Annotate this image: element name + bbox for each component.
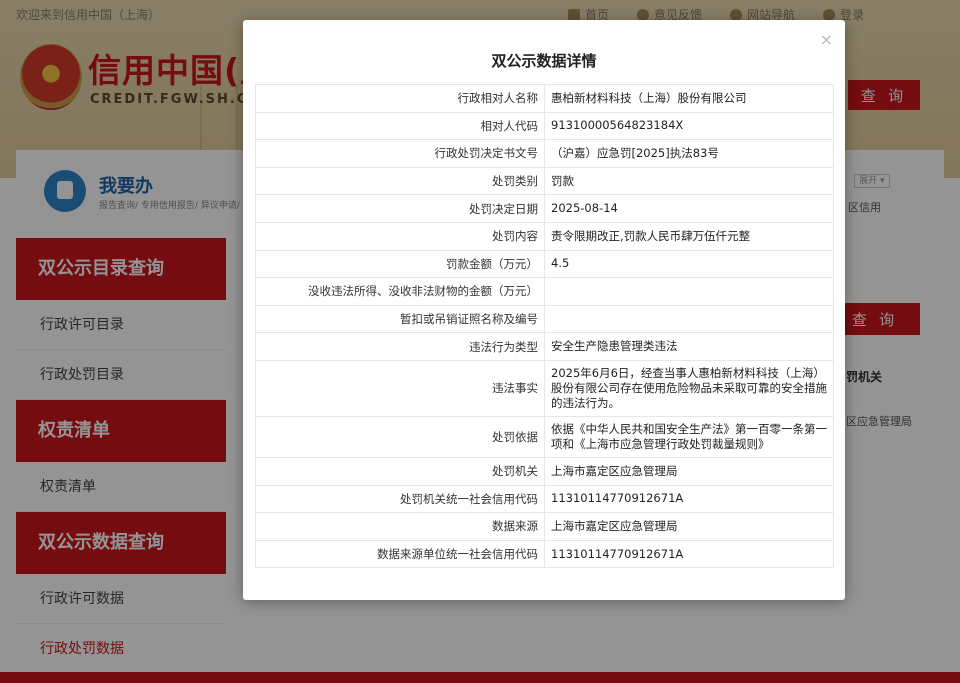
field-value: 2025年6月6日，经查当事人惠柏新材料科技（上海）股份有限公司存在使用危险物品… xyxy=(544,359,834,417)
detail-modal: 双公示数据详情 × 行政相对人名称 惠柏新材料科技（上海）股份有限公司 相对人代码 9… xyxy=(243,20,845,600)
field-label: 行政相对人名称 xyxy=(255,84,545,113)
field-value: 上海市嘉定区应急管理局 xyxy=(544,456,834,486)
modal-title: 双公示数据详情 xyxy=(491,52,597,70)
table-row: 相对人代码 91310000564823184X xyxy=(255,111,834,141)
field-value: 11310114770912671A xyxy=(544,484,834,514)
table-row: 违法事实 2025年6月6日，经查当事人惠柏新材料科技（上海）股份有限公司存在使用… xyxy=(255,359,834,417)
field-value: （沪嘉）应急罚[2025]执法83号 xyxy=(544,139,834,168)
close-icon[interactable]: × xyxy=(820,30,833,49)
field-label: 处罚内容 xyxy=(255,221,545,251)
field-value xyxy=(544,304,834,334)
field-value: 罚款 xyxy=(544,166,834,196)
field-value: 91310000564823184X xyxy=(544,111,834,141)
field-label: 相对人代码 xyxy=(255,111,545,141)
field-label: 违法事实 xyxy=(255,359,545,417)
field-label: 暂扣或吊销证照名称及编号 xyxy=(255,304,545,334)
field-label: 处罚类别 xyxy=(255,166,545,196)
field-value: 11310114770912671A xyxy=(544,539,834,569)
field-label: 罚款金额（万元） xyxy=(255,249,545,279)
field-value: 2025-08-14 xyxy=(544,194,834,223)
field-label: 处罚依据 xyxy=(255,415,545,458)
field-label: 违法行为类型 xyxy=(255,332,545,361)
table-row: 行政相对人名称 惠柏新材料科技（上海）股份有限公司 xyxy=(255,84,834,113)
field-label: 处罚机关统一社会信用代码 xyxy=(255,484,545,514)
field-value: 安全生产隐患管理类违法 xyxy=(544,332,834,361)
field-value: 责令限期改正,罚款人民币肆万伍仟元整 xyxy=(544,221,834,251)
field-label: 数据来源 xyxy=(255,512,545,541)
field-label: 数据来源单位统一社会信用代码 xyxy=(255,539,545,569)
table-row: 处罚机关统一社会信用代码 11310114770912671A xyxy=(255,484,834,514)
field-value xyxy=(544,277,834,306)
table-row: 违法行为类型 安全生产隐患管理类违法 xyxy=(255,332,834,361)
field-label: 没收违法所得、没收非法财物的金额（万元） xyxy=(255,277,545,306)
field-value: 惠柏新材料科技（上海）股份有限公司 xyxy=(544,84,834,113)
field-value: 依据《中华人民共和国安全生产法》第一百零一条第一项和《上海市应急管理行政处罚裁量… xyxy=(544,415,834,458)
field-value: 上海市嘉定区应急管理局 xyxy=(544,512,834,541)
field-label: 处罚机关 xyxy=(255,456,545,486)
table-row: 没收违法所得、没收非法财物的金额（万元） xyxy=(255,277,834,306)
field-label: 行政处罚决定书文号 xyxy=(255,139,545,168)
table-row: 罚款金额（万元） 4.5 xyxy=(255,249,834,279)
field-label: 处罚决定日期 xyxy=(255,194,545,223)
table-row: 处罚依据 依据《中华人民共和国安全生产法》第一百零一条第一项和《上海市应急管理行政… xyxy=(255,415,834,458)
table-row: 数据来源单位统一社会信用代码 11310114770912671A xyxy=(255,539,834,569)
table-row: 暂扣或吊销证照名称及编号 xyxy=(255,304,834,334)
table-row: 处罚机关 上海市嘉定区应急管理局 xyxy=(255,456,834,486)
table-row: 行政处罚决定书文号 （沪嘉）应急罚[2025]执法83号 xyxy=(255,139,834,168)
detail-table: 行政相对人名称 惠柏新材料科技（上海）股份有限公司 相对人代码 91310000564… xyxy=(255,84,834,569)
field-value: 4.5 xyxy=(544,249,834,279)
table-row: 处罚内容 责令限期改正,罚款人民币肆万伍仟元整 xyxy=(255,221,834,251)
table-row: 数据来源 上海市嘉定区应急管理局 xyxy=(255,512,834,541)
table-row: 处罚类别 罚款 xyxy=(255,166,834,196)
table-row: 处罚决定日期 2025-08-14 xyxy=(255,194,834,223)
